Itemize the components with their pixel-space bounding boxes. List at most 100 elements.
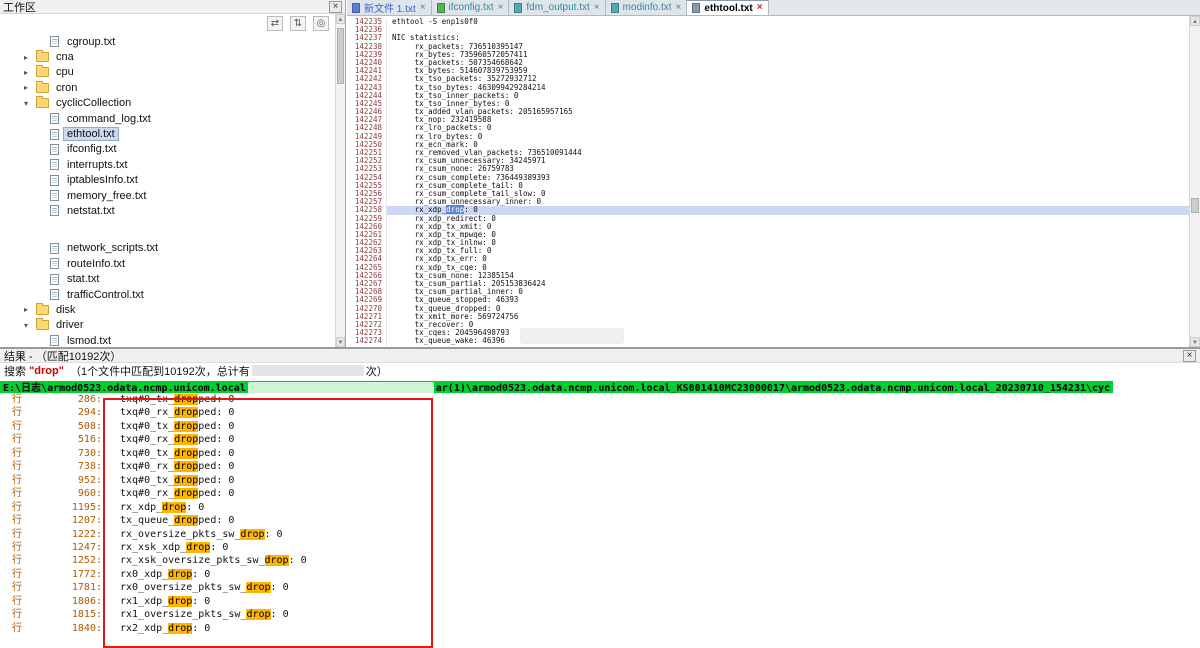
scroll-down-icon[interactable]: ▼: [1190, 337, 1200, 347]
row-line-label: 行: [12, 581, 28, 594]
tree-item-ethtool.txt[interactable]: ethtool.txt: [0, 126, 335, 141]
tree-item-interrupts.txt[interactable]: interrupts.txt: [0, 157, 335, 172]
search-result-row[interactable]: 行730:txq#0_tx_dropped: 0: [0, 447, 1200, 460]
tree-item-iptablesInfo.txt[interactable]: iptablesInfo.txt: [0, 173, 335, 188]
tree-item-label: cron: [53, 82, 80, 94]
search-result-row[interactable]: 行1781:rx0_oversize_pkts_sw_drop: 0: [0, 581, 1200, 594]
sync-folders-icon[interactable]: ⇄: [267, 16, 283, 31]
line-text: [387, 26, 1189, 34]
tab-close-icon[interactable]: ×: [498, 3, 504, 13]
result-file-path[interactable]: E:\日志\armod0523.odata.ncmp.unicom.locala…: [0, 381, 1113, 393]
workspace-close-icon[interactable]: ×: [329, 1, 342, 13]
editor-tab-ifconfig.txt[interactable]: ifconfig.txt×: [432, 0, 510, 15]
search-result-row[interactable]: 行1840:rx2_xdp_drop: 0: [0, 622, 1200, 635]
tree-item-driver[interactable]: ▾driver: [0, 318, 335, 333]
row-line-number: 952:: [28, 474, 102, 487]
chevron-right-icon[interactable]: ▸: [24, 83, 36, 92]
tab-close-icon[interactable]: ×: [676, 3, 682, 13]
row-line-number: 1252:: [28, 554, 102, 567]
scroll-up-icon[interactable]: ▲: [1190, 16, 1200, 26]
matched-word: drop: [246, 582, 270, 593]
row-line-number: 738:: [28, 460, 102, 473]
tree-item-label: memory_free.txt: [64, 190, 149, 202]
locate-file-icon[interactable]: ◎: [313, 16, 329, 31]
row-text: rx_xsk_xdp_drop: 0: [120, 541, 228, 554]
search-result-row[interactable]: 行1806:rx1_xdp_drop: 0: [0, 595, 1200, 608]
editor-line: 142271 tx_xmit_more: 569724756: [347, 313, 1189, 321]
tree-item-label: stat.txt: [64, 273, 102, 285]
chevron-right-icon[interactable]: ▸: [24, 53, 36, 62]
search-result-row[interactable]: 行294:txq#0_rx_dropped: 0: [0, 406, 1200, 419]
search-result-row[interactable]: 行1252:rx_xsk_oversize_pkts_sw_drop: 0: [0, 554, 1200, 567]
tree-item-cron[interactable]: ▸ cron: [0, 80, 335, 95]
chevron-down-icon[interactable]: ▾: [24, 321, 36, 330]
results-close-icon[interactable]: ×: [1183, 350, 1196, 362]
tree-item-memory_free.txt[interactable]: memory_free.txt: [0, 188, 335, 203]
search-result-row[interactable]: 行1207:tx_queue_dropped: 0: [0, 514, 1200, 527]
editor-text-area[interactable]: 142235ethtool -S enp1s0f0142236142237NIC…: [347, 16, 1189, 347]
results-panel-header: 结果 - （匹配10192次） ×: [0, 349, 1200, 363]
tab-label: 新文件 1.txt: [364, 0, 416, 15]
search-result-row[interactable]: 行1247:rx_xsk_xdp_drop: 0: [0, 541, 1200, 554]
redaction-box: [520, 328, 624, 344]
workspace-toolbar: ⇄ ⇅ ◎: [0, 14, 345, 32]
tree-spacer: [0, 219, 335, 241]
tab-close-icon[interactable]: ×: [757, 3, 763, 13]
chevron-right-icon[interactable]: ▸: [24, 305, 36, 314]
editor-tab-ethtool.txt[interactable]: ethtool.txt×: [687, 0, 768, 15]
summary-text: 搜索: [4, 363, 29, 379]
tree-item-lsmod.txt[interactable]: lsmod.txt: [0, 333, 335, 347]
editor-tab-1.txt[interactable]: 新文件 1.txt ×: [347, 0, 432, 15]
refresh-folders-icon[interactable]: ⇅: [290, 16, 306, 31]
file-icon: [50, 243, 59, 254]
tree-item-network_scripts.txt[interactable]: network_scripts.txt: [0, 241, 335, 256]
tree-item-cna[interactable]: ▸ cna: [0, 49, 335, 64]
tree-item-disk[interactable]: ▸ disk: [0, 302, 335, 317]
scrollbar-thumb[interactable]: [1191, 198, 1199, 213]
line-text: tx_queue_wake: 46396: [387, 337, 1189, 345]
search-result-row[interactable]: 行1815:rx1_oversize_pkts_sw_drop: 0: [0, 608, 1200, 621]
chevron-right-icon[interactable]: ▸: [24, 68, 36, 77]
search-result-row[interactable]: 行508:txq#0_tx_dropped: 0: [0, 420, 1200, 433]
tree-item-trafficControl.txt[interactable]: trafficControl.txt: [0, 287, 335, 302]
tree-item-command_log.txt[interactable]: command_log.txt: [0, 111, 335, 126]
tree-item-label: routeInfo.txt: [64, 258, 128, 270]
search-result-row[interactable]: 行1195:rx_xdp_drop: 0: [0, 501, 1200, 514]
workspace-tree-scrollbar[interactable]: ▲ ▼: [335, 14, 345, 347]
search-result-row[interactable]: 行738:txq#0_rx_dropped: 0: [0, 460, 1200, 473]
search-result-row[interactable]: 行952:txq#0_tx_dropped: 0: [0, 474, 1200, 487]
tree-item-cgroup.txt[interactable]: cgroup.txt: [0, 34, 335, 49]
editor-pane: 新文件 1.txt×ifconfig.txt×fdm_output.txt×mo…: [347, 0, 1200, 347]
row-line-label: 行: [12, 487, 28, 500]
editor-scrollbar[interactable]: ▲ ▼: [1189, 16, 1200, 347]
tab-close-icon[interactable]: ×: [420, 3, 426, 13]
editor-tab-fdmoutput.txt[interactable]: fdm_output.txt×: [509, 0, 605, 15]
line-text: tx_queue_stopped: 46393: [387, 296, 1189, 304]
tree-item-cyclicCollection[interactable]: ▾cyclicCollection: [0, 96, 335, 111]
tree-item-netstat.txt[interactable]: netstat.txt: [0, 203, 335, 218]
search-result-row[interactable]: 行1772:rx0_xdp_drop: 0: [0, 568, 1200, 581]
search-result-row[interactable]: 行1222:rx_oversize_pkts_sw_drop: 0: [0, 528, 1200, 541]
search-result-row[interactable]: 行516:txq#0_rx_dropped: 0: [0, 433, 1200, 446]
scroll-up-icon[interactable]: ▲: [336, 14, 345, 24]
line-text: rx_xdp_tx_err: 0: [387, 255, 1189, 263]
scrollbar-thumb[interactable]: [337, 28, 344, 84]
search-result-row[interactable]: 行960:txq#0_rx_dropped: 0: [0, 487, 1200, 500]
tab-close-icon[interactable]: ×: [594, 3, 600, 13]
chevron-down-icon[interactable]: ▾: [24, 99, 36, 108]
tree-item-label: network_scripts.txt: [64, 242, 161, 254]
folder-icon: [36, 98, 49, 108]
folder-icon: [36, 305, 49, 315]
tree-item-routeInfo.txt[interactable]: routeInfo.txt: [0, 256, 335, 271]
line-text: rx_xdp_drop: 0: [387, 206, 1189, 214]
tree-item-cpu[interactable]: ▸cpu: [0, 65, 335, 80]
tree-item-ifconfig.txt[interactable]: ifconfig.txt: [0, 142, 335, 157]
tree-item-label: cna: [53, 51, 77, 63]
tree-item-label: disk: [53, 304, 79, 316]
scroll-down-icon[interactable]: ▼: [336, 337, 345, 347]
editor-tab-modinfo.txt[interactable]: modinfo.txt×: [606, 0, 688, 15]
row-line-label: 行: [12, 622, 28, 635]
search-result-row[interactable]: 行286:txq#0_tx_dropped: 0: [0, 393, 1200, 406]
path-suffix: ar(1)\armod0523.odata.ncmp.unicom.local_…: [436, 383, 1110, 393]
tree-item-stat.txt[interactable]: stat.txt: [0, 271, 335, 286]
